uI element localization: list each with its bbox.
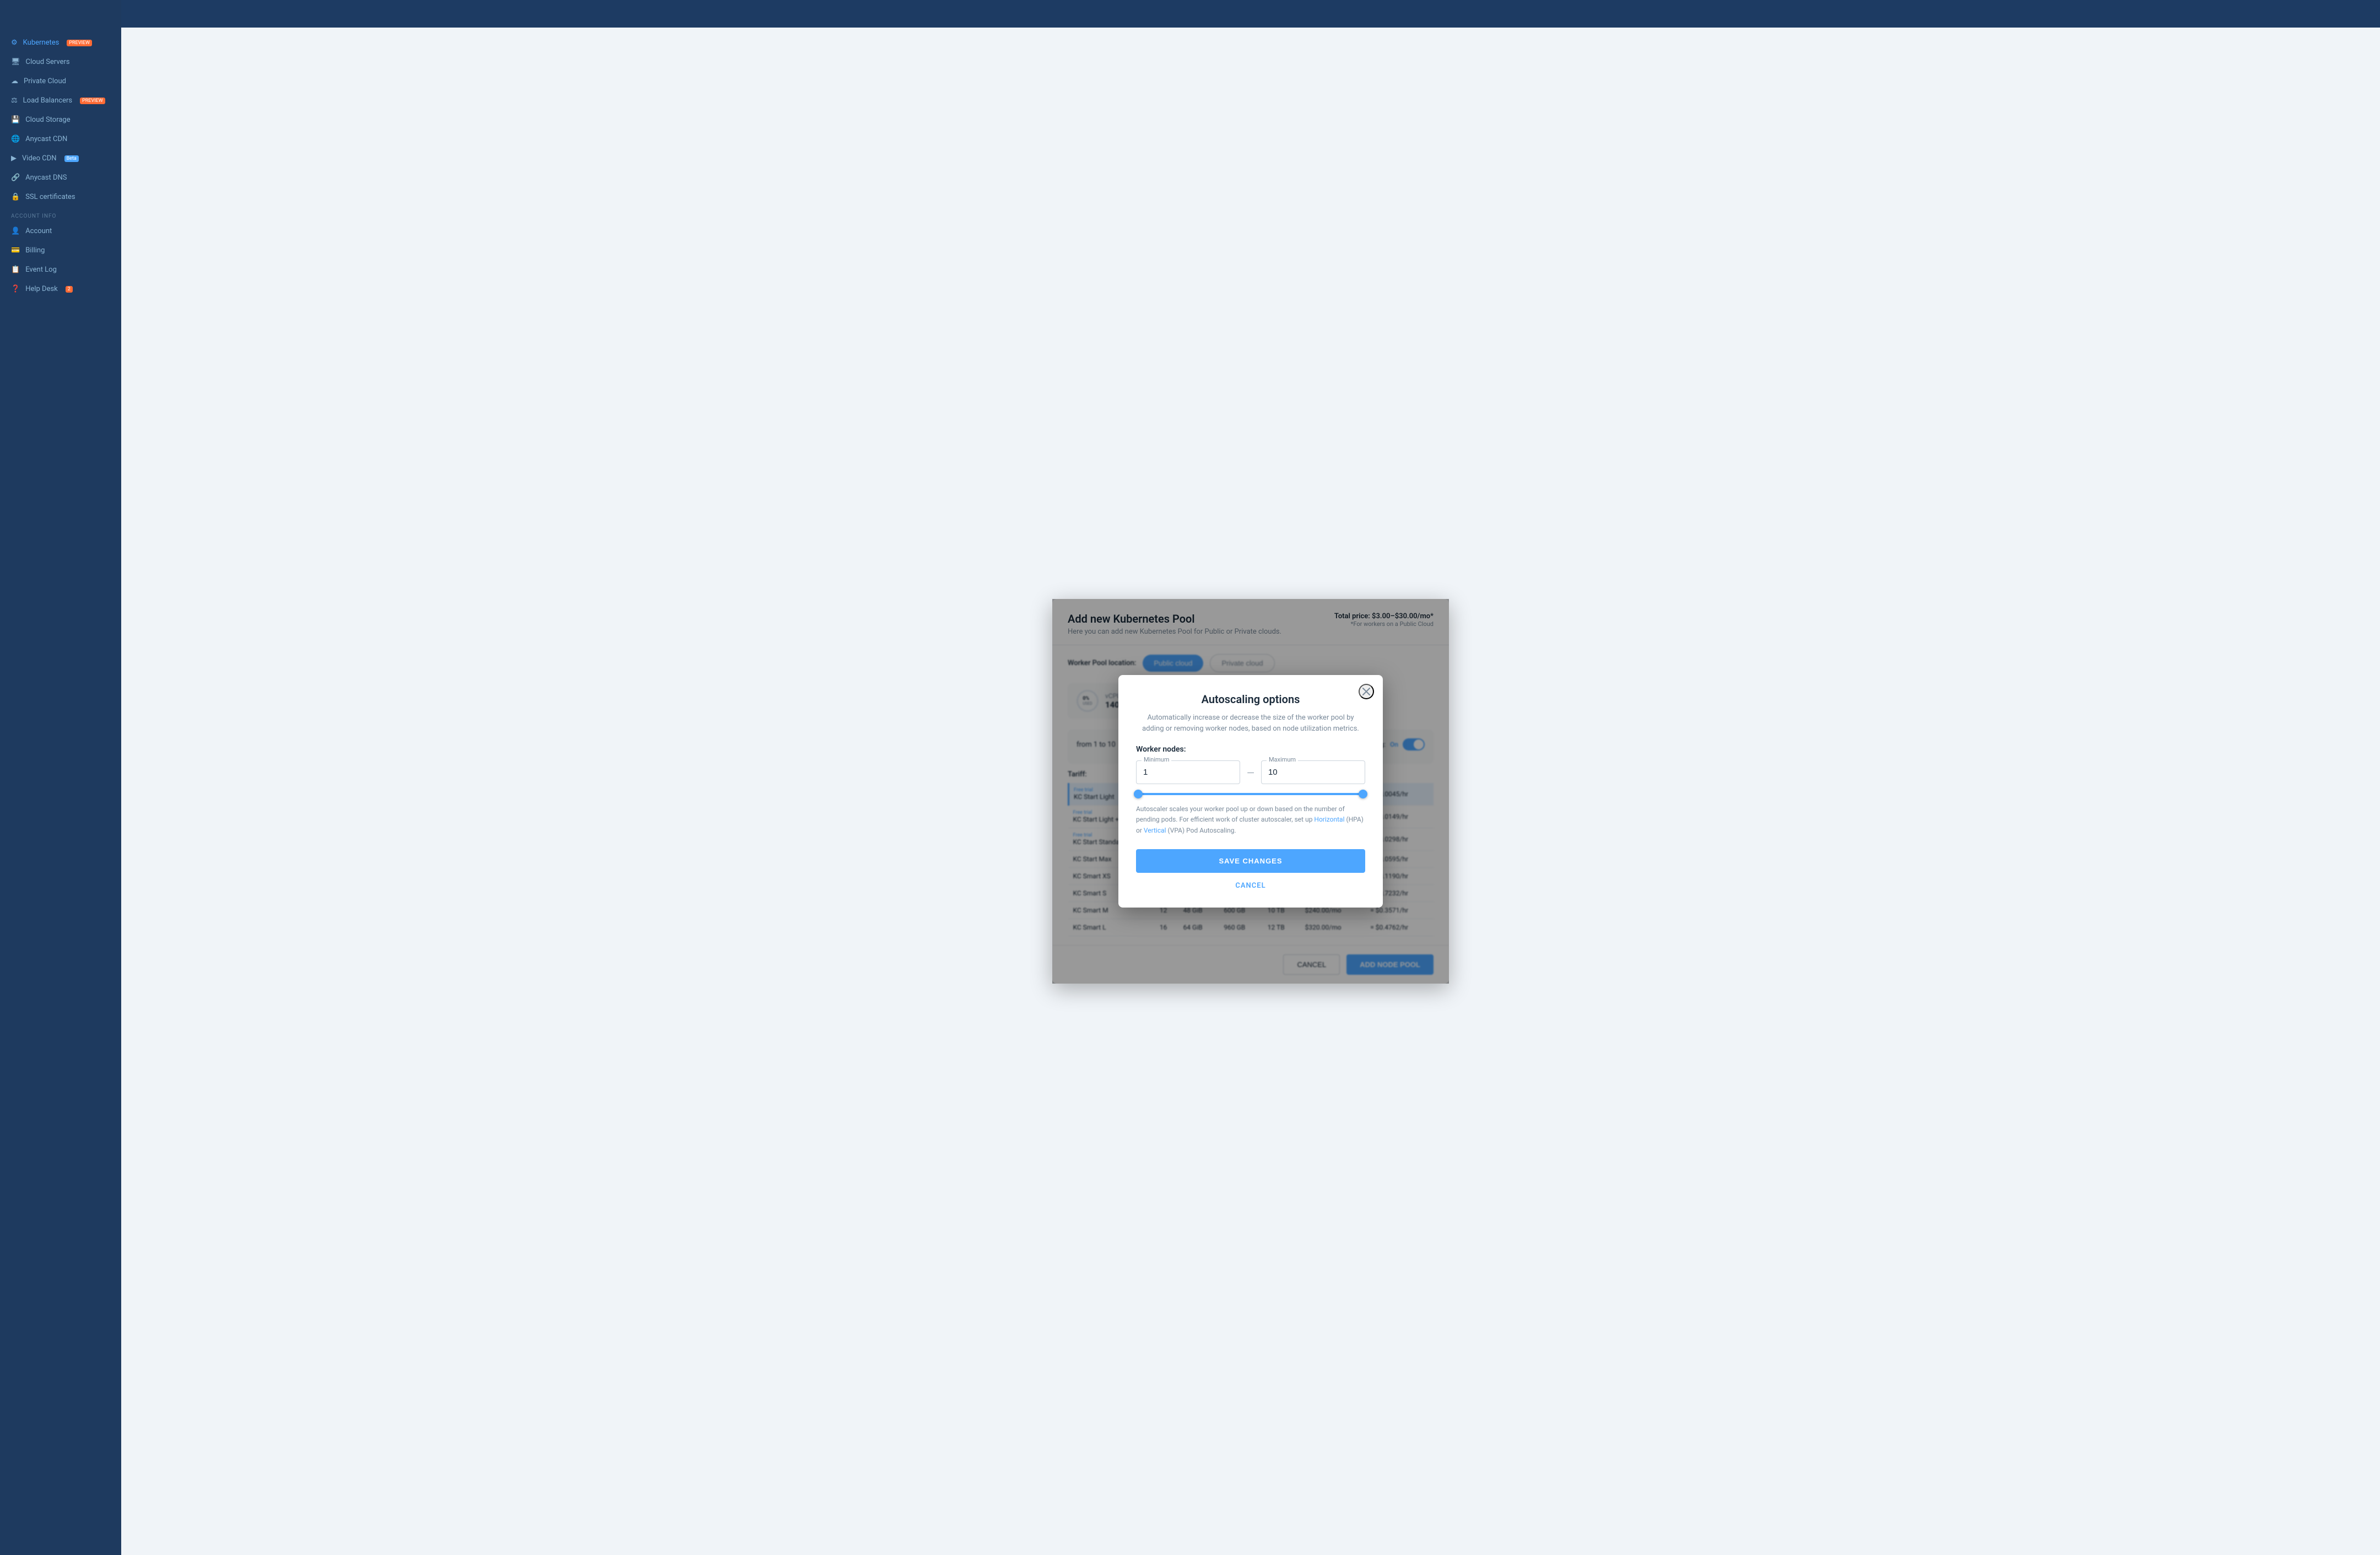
range-separator: — (1247, 768, 1254, 779)
sidebar-item-help-desk[interactable]: ❓ Help Desk 2 (0, 279, 121, 299)
sidebar-item-kubernetes[interactable]: ⚙ Kubernetes PREVIEW (0, 33, 121, 52)
cloud-servers-icon: 🖥 (11, 58, 20, 66)
event-log-icon: 📋 (11, 266, 20, 274)
range-slider-container[interactable] (1136, 793, 1365, 795)
anycast-dns-icon: 🔗 (11, 174, 20, 182)
sidebar-item-ssl[interactable]: 🔒 SSL certificates (0, 187, 121, 207)
maximum-input-group: Maximum (1261, 760, 1365, 784)
minimum-input-group: Minimum (1136, 760, 1240, 784)
minimum-label: Minimum (1142, 756, 1171, 763)
horizontal-link[interactable]: Horizontal (1314, 816, 1344, 823)
sidebar-item-billing[interactable]: 💳 Billing (0, 241, 121, 260)
worker-nodes-label: Worker nodes: (1136, 745, 1365, 754)
save-changes-button[interactable]: SAVE CHANGES (1136, 849, 1365, 873)
main-content: Add new Kubernetes Pool Here you can add… (121, 28, 2380, 1555)
video-cdn-badge: Beta (64, 155, 79, 162)
autoscaler-info-text: Autoscaler scales your worker pool up or… (1136, 804, 1365, 836)
cancel-link[interactable]: CANCEL (1136, 877, 1365, 894)
sidebar-item-cloud-servers[interactable]: 🖥 Cloud Servers (0, 52, 121, 72)
cloud-storage-icon: 💾 (11, 116, 20, 124)
autoscaling-modal-title: Autoscaling options (1136, 693, 1365, 706)
autoscaling-modal-backdrop: Autoscaling options Automatically increa… (1052, 599, 1449, 984)
worker-nodes-inputs: Minimum — Maximum (1136, 760, 1365, 784)
account-icon: 👤 (11, 227, 20, 235)
sidebar-item-video-cdn[interactable]: ▶ Video CDN Beta (0, 149, 121, 168)
help-desk-badge: 2 (66, 286, 73, 293)
load-balancers-icon: ⚖ (11, 96, 18, 105)
maximum-input[interactable] (1261, 760, 1365, 784)
close-icon (1362, 688, 1370, 695)
kubernetes-icon: ⚙ (11, 39, 18, 47)
sidebar-item-anycast-dns[interactable]: 🔗 Anycast DNS (0, 168, 121, 187)
range-track (1138, 793, 1363, 795)
help-desk-icon: ❓ (11, 285, 20, 293)
minimum-input[interactable] (1136, 760, 1240, 784)
add-kubernetes-pool-modal: Add new Kubernetes Pool Here you can add… (1052, 599, 1449, 984)
load-balancers-badge: PREVIEW (80, 98, 105, 104)
sidebar-item-account[interactable]: 👤 Account (0, 222, 121, 241)
sidebar-item-anycast-cdn[interactable]: 🌐 Anycast CDN (0, 129, 121, 149)
sidebar-item-private-cloud[interactable]: ☁ Private Cloud (0, 72, 121, 91)
autoscaling-modal-description: Automatically increase or decrease the s… (1136, 712, 1365, 734)
account-section-label: ACCOUNT INFO (0, 207, 121, 222)
sidebar-item-event-log[interactable]: 📋 Event Log (0, 260, 121, 279)
billing-icon: 💳 (11, 246, 20, 255)
sidebar: ⚙ Kubernetes PREVIEW 🖥 Cloud Servers ☁ P… (0, 0, 121, 1555)
ssl-icon: 🔒 (11, 193, 20, 201)
video-cdn-icon: ▶ (11, 154, 17, 163)
maximum-label: Maximum (1267, 756, 1298, 763)
anycast-cdn-icon: 🌐 (11, 135, 20, 143)
sidebar-item-load-balancers[interactable]: ⚖ Load Balancers PREVIEW (0, 91, 121, 110)
range-thumb-right[interactable] (1359, 790, 1367, 798)
autoscaling-options-modal: Autoscaling options Automatically increa… (1118, 675, 1383, 908)
private-cloud-icon: ☁ (11, 77, 18, 85)
sidebar-item-cloud-storage[interactable]: 💾 Cloud Storage (0, 110, 121, 129)
kubernetes-badge: PREVIEW (67, 40, 92, 46)
autoscaling-modal-close-button[interactable] (1359, 684, 1374, 699)
vertical-link[interactable]: Vertical (1144, 827, 1166, 834)
range-thumb-left[interactable] (1134, 790, 1143, 798)
